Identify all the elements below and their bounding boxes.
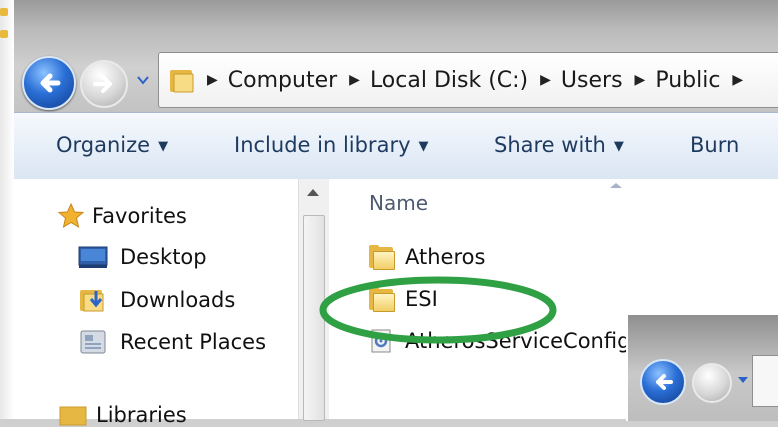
include-in-library-button[interactable]: Include in library ▼ xyxy=(234,133,429,157)
dropdown-caret-icon: ▼ xyxy=(418,139,429,154)
nav-item-desktop[interactable]: Desktop xyxy=(78,245,207,269)
sort-indicator-icon xyxy=(610,183,622,188)
config-file-icon xyxy=(371,329,391,353)
burn-button[interactable]: Burn xyxy=(690,133,739,157)
file-name: Atheros xyxy=(405,245,486,269)
nav-item-favorites[interactable]: Favorites xyxy=(58,203,187,229)
second-explorer-window xyxy=(626,313,778,421)
desktop-icon-fragment xyxy=(0,8,8,16)
breadcrumb-public[interactable]: Public xyxy=(655,68,720,93)
forward-button[interactable] xyxy=(80,60,128,108)
libraries-label: Libraries xyxy=(96,403,187,427)
breadcrumb-computer[interactable]: Computer xyxy=(228,68,337,93)
recent-pages-dropdown-icon[interactable] xyxy=(137,75,149,85)
file-name: ESI xyxy=(405,287,438,311)
name-column-header[interactable]: Name xyxy=(369,191,428,215)
forward-arrow-icon xyxy=(93,75,112,93)
share-with-button[interactable]: Share with ▼ xyxy=(494,133,624,157)
organize-menu-button[interactable]: Organize ▼ xyxy=(56,133,168,157)
breadcrumb-users[interactable]: Users xyxy=(561,68,623,93)
favorites-label: Favorites xyxy=(92,204,187,228)
folder-icon xyxy=(169,66,195,94)
nav-item-libraries[interactable]: Libraries xyxy=(58,403,187,427)
folder-icon xyxy=(369,287,395,312)
nav-item-recent-places[interactable]: Recent Places xyxy=(78,329,266,355)
recent-pages-dropdown-icon[interactable] xyxy=(738,377,748,383)
breadcrumb-separator-icon[interactable]: ▶ xyxy=(635,72,646,88)
back-button[interactable] xyxy=(640,359,686,405)
back-arrow-icon xyxy=(40,73,61,93)
desktop-label: Desktop xyxy=(120,245,207,269)
share-with-label: Share with xyxy=(494,133,606,157)
scrollbar-thumb[interactable] xyxy=(303,215,325,421)
recent-places-icon xyxy=(80,330,106,354)
forward-button[interactable] xyxy=(692,363,732,403)
desktop-icon-fragment xyxy=(0,30,8,38)
command-bar: Organize ▼ Include in library ▼ Share with… xyxy=(14,112,778,180)
file-row-atheros[interactable]: Atheros xyxy=(369,245,486,270)
breadcrumb-separator-icon[interactable]: ▶ xyxy=(207,72,218,88)
breadcrumb-separator-icon[interactable]: ▶ xyxy=(732,72,743,88)
file-name: AtherosServiceConfig xyxy=(405,329,631,353)
folder-icon xyxy=(369,245,395,270)
window-left-edge xyxy=(0,0,14,419)
scroll-up-arrow-icon[interactable] xyxy=(307,189,319,196)
breadcrumb-separator-icon[interactable]: ▶ xyxy=(349,72,360,88)
file-row-atherosserviceconfig[interactable]: AtherosServiceConfig xyxy=(369,329,630,353)
file-row-esi[interactable]: ESI xyxy=(369,287,438,312)
back-button[interactable] xyxy=(22,56,76,110)
organize-label: Organize xyxy=(56,133,151,157)
address-bar[interactable]: ▶ Computer ▶ Local Disk (C:) ▶ Users ▶ P… xyxy=(158,52,778,108)
libraries-icon xyxy=(59,406,87,426)
star-icon xyxy=(58,203,84,229)
nav-pane-scrollbar[interactable] xyxy=(298,179,329,421)
dropdown-caret-icon: ▼ xyxy=(158,139,169,154)
breadcrumb-local-disk[interactable]: Local Disk (C:) xyxy=(370,68,528,93)
downloads-label: Downloads xyxy=(120,288,236,312)
navigation-pane: Favorites Desktop Downloads Recent Place… xyxy=(14,179,329,427)
breadcrumb-separator-icon[interactable]: ▶ xyxy=(540,72,551,88)
include-in-library-label: Include in library xyxy=(234,133,411,157)
back-arrow-icon xyxy=(656,374,673,390)
downloads-folder-icon xyxy=(80,290,104,312)
dropdown-caret-icon: ▼ xyxy=(613,139,624,154)
address-bar[interactable] xyxy=(752,355,778,407)
nav-item-downloads[interactable]: Downloads xyxy=(78,287,235,313)
recent-places-label: Recent Places xyxy=(120,330,267,354)
desktop-icon xyxy=(78,246,108,268)
